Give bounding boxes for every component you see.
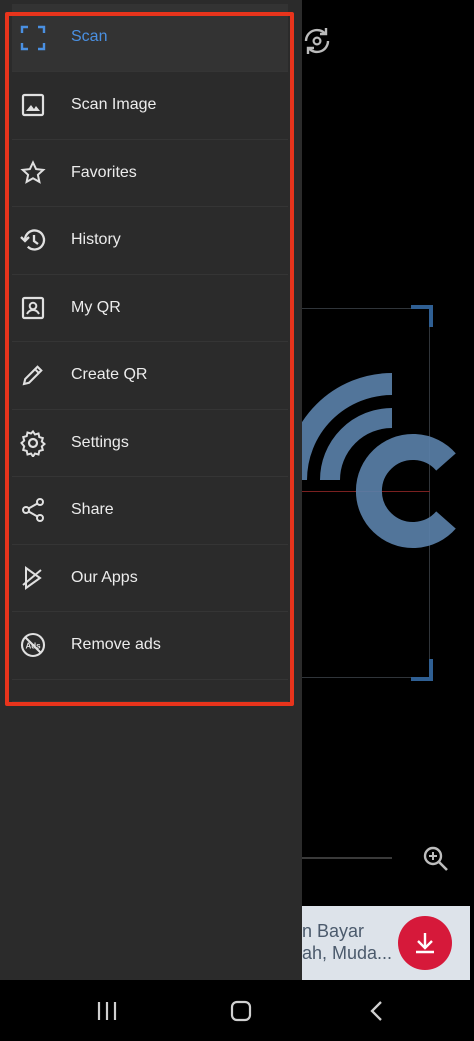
menu-label: Share bbox=[71, 501, 114, 519]
menu-label: Create QR bbox=[71, 366, 148, 384]
menu-label: Remove ads bbox=[71, 636, 161, 654]
svg-text:Ads: Ads bbox=[25, 642, 41, 651]
pencil-icon bbox=[18, 360, 48, 390]
navigation-drawer: Scan Scan Image Favorites History My QR … bbox=[0, 0, 302, 980]
menu-item-history[interactable]: History bbox=[12, 207, 288, 275]
ad-text-line1: n Bayar bbox=[302, 921, 365, 941]
zoom-slider[interactable] bbox=[300, 857, 392, 859]
ad-banner[interactable]: n Bayar ah, Muda... bbox=[300, 906, 470, 980]
menu-item-my-qr[interactable]: My QR bbox=[12, 275, 288, 342]
menu-item-share[interactable]: Share bbox=[12, 477, 288, 545]
ad-text: n Bayar ah, Muda... bbox=[302, 920, 412, 964]
menu-label: History bbox=[71, 231, 121, 249]
frame-corner-top-right bbox=[411, 305, 433, 327]
scan-frame-icon bbox=[18, 23, 48, 53]
menu-item-create-qr[interactable]: Create QR bbox=[12, 342, 288, 410]
gear-icon bbox=[18, 428, 48, 458]
menu-item-favorites[interactable]: Favorites bbox=[12, 140, 288, 207]
menu-label: Scan bbox=[71, 28, 108, 45]
back-button[interactable] bbox=[362, 996, 392, 1026]
history-icon bbox=[18, 225, 48, 255]
menu-item-scan-image[interactable]: Scan Image bbox=[12, 72, 288, 140]
menu-item-scan[interactable]: Scan bbox=[12, 4, 288, 72]
menu-item-remove-ads[interactable]: Ads Remove ads bbox=[12, 612, 288, 680]
menu-label: Favorites bbox=[71, 163, 137, 181]
menu-label: Settings bbox=[71, 433, 129, 451]
menu-divider bbox=[12, 680, 288, 702]
menu-item-our-apps[interactable]: Our Apps bbox=[12, 545, 288, 612]
share-icon bbox=[18, 495, 48, 525]
recent-apps-button[interactable] bbox=[92, 996, 122, 1026]
menu-label: My QR bbox=[71, 298, 121, 316]
system-navigation-bar bbox=[0, 980, 474, 1041]
download-icon[interactable] bbox=[398, 916, 452, 970]
contact-card-icon bbox=[18, 293, 48, 323]
star-icon bbox=[18, 158, 48, 188]
image-icon bbox=[18, 90, 48, 120]
drawer-menu: Scan Scan Image Favorites History My QR … bbox=[12, 4, 288, 702]
home-button[interactable] bbox=[226, 996, 256, 1026]
menu-label: Scan Image bbox=[71, 96, 157, 114]
watermark-logo bbox=[285, 372, 462, 558]
no-ads-icon: Ads bbox=[18, 630, 48, 660]
zoom-in-icon[interactable] bbox=[420, 843, 452, 875]
menu-label: Our Apps bbox=[71, 568, 138, 586]
apps-icon bbox=[18, 563, 48, 593]
camera-switch-icon[interactable] bbox=[300, 24, 334, 58]
ad-text-line2: ah, Muda... bbox=[302, 943, 393, 963]
menu-item-settings[interactable]: Settings bbox=[12, 410, 288, 477]
frame-corner-bottom-right bbox=[411, 659, 433, 681]
